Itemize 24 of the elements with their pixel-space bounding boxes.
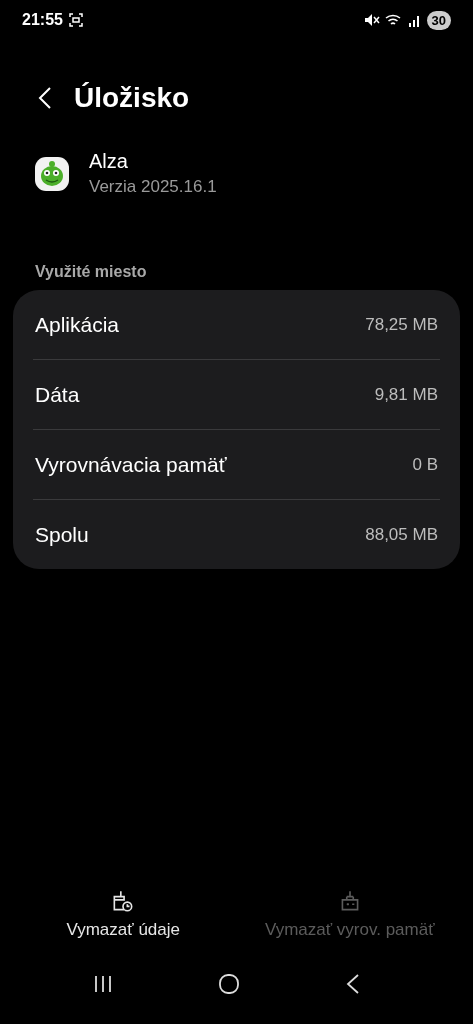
- signal-icon: [407, 13, 422, 27]
- section-heading: Využité miesto: [34, 262, 148, 281]
- back-icon: [346, 973, 361, 995]
- app-name: Alza: [89, 150, 129, 173]
- mute-icon: [363, 13, 380, 27]
- app-icon: [35, 156, 69, 191]
- home-icon: [218, 973, 241, 995]
- storage-value: 78,25 MB: [365, 314, 438, 335]
- storage-value: 88,05 MB: [365, 524, 438, 545]
- clear-data-button[interactable]: Vymazať údaje: [10, 884, 237, 944]
- back-icon: [38, 86, 52, 110]
- storage-value: 9,81 MB: [374, 384, 438, 405]
- battery-level: 30: [426, 10, 451, 30]
- storage-label: Vyrovnávacia pamäť: [35, 452, 227, 477]
- app-version: Verzia 2025.16.1: [89, 177, 217, 197]
- recents-icon: [92, 974, 113, 994]
- wifi-icon: [384, 13, 403, 27]
- storage-label: Spolu: [35, 522, 89, 547]
- page-title: Úložisko: [74, 82, 190, 114]
- storage-label: Dáta: [35, 382, 80, 407]
- storage-value: 0 B: [412, 454, 438, 475]
- storage-label: Aplikácia: [35, 312, 120, 337]
- clock: 21:55: [22, 11, 63, 29]
- screenshot-icon: [68, 13, 83, 27]
